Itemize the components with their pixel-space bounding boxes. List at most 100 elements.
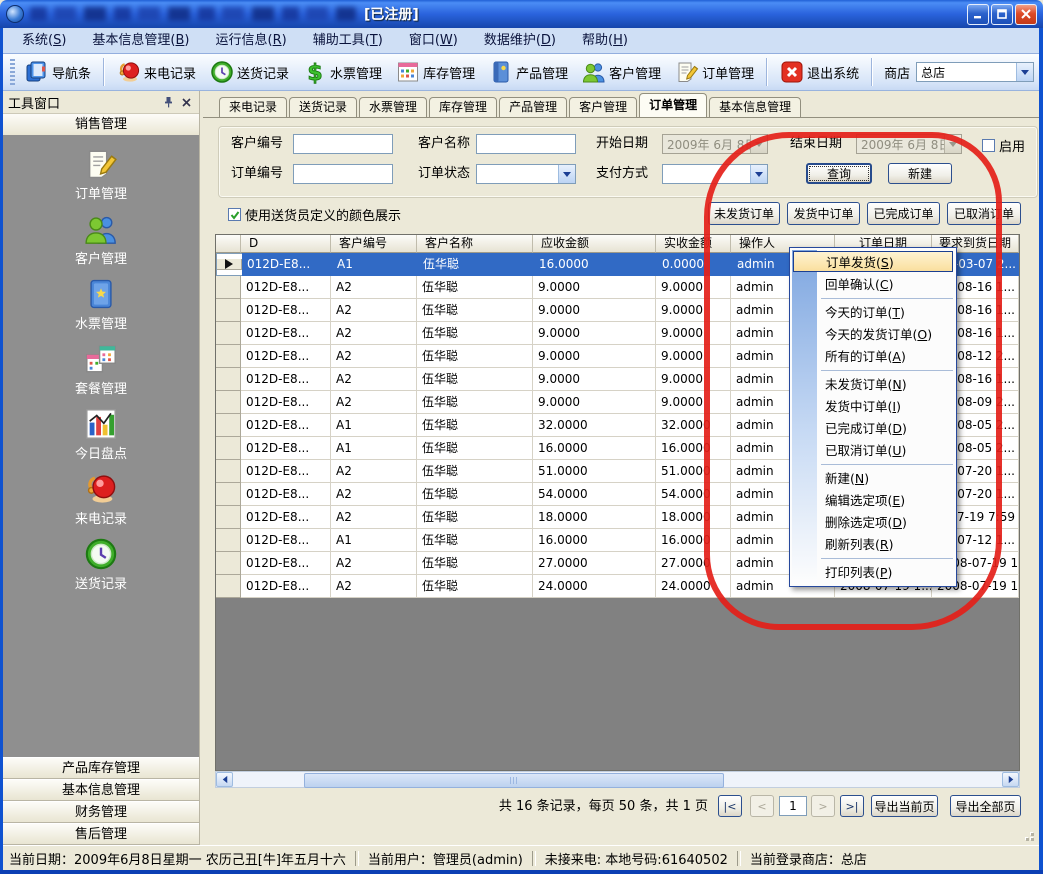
- next-page-button[interactable]: >: [811, 795, 835, 817]
- row-selector-cell[interactable]: [216, 345, 241, 368]
- status-filter-button[interactable]: 已取消订单: [947, 202, 1021, 225]
- scroll-left-icon[interactable]: [216, 772, 233, 787]
- order-status-select[interactable]: [476, 164, 576, 184]
- tab-库存管理[interactable]: 库存管理: [429, 97, 497, 117]
- scroll-right-icon[interactable]: [1002, 772, 1019, 787]
- toolbar-button-product[interactable]: 产品管理: [482, 56, 575, 88]
- sidebar-item-call-record[interactable]: 来电记录: [3, 472, 199, 524]
- section-header-sales[interactable]: 销售管理: [3, 114, 199, 137]
- sidebar-item-package[interactable]: 套餐管理: [3, 342, 199, 394]
- menu-item[interactable]: 系统(S): [9, 28, 79, 53]
- row-selector-cell[interactable]: [216, 506, 241, 529]
- shop-select[interactable]: 总店: [916, 62, 1034, 82]
- context-menu-item[interactable]: 已取消订单(U): [790, 440, 956, 462]
- row-selector-cell[interactable]: [216, 368, 241, 391]
- row-selector-cell[interactable]: [216, 391, 241, 414]
- section-header[interactable]: 产品库存管理: [3, 757, 199, 779]
- toolbar-button-exit[interactable]: 退出系统: [773, 56, 866, 88]
- start-date-picker[interactable]: 2009年 6月 8日: [662, 134, 768, 154]
- header-cell[interactable]: 应收金额: [533, 235, 656, 253]
- horizontal-scrollbar[interactable]: [215, 771, 1020, 788]
- header-cell[interactable]: 客户名称: [417, 235, 533, 253]
- prev-page-button[interactable]: <: [750, 795, 774, 817]
- delivery-color-checkbox[interactable]: 使用送货员定义的颜色展示: [228, 205, 401, 224]
- tab-送货记录[interactable]: 送货记录: [289, 97, 357, 117]
- context-menu-item[interactable]: 今天的发货订单(O): [790, 324, 956, 346]
- context-menu-item[interactable]: 刷新列表(R): [790, 534, 956, 556]
- context-menu-item[interactable]: 所有的订单(A): [790, 346, 956, 368]
- sidebar-item-chart[interactable]: 今日盘点: [3, 407, 199, 459]
- tab-产品管理[interactable]: 产品管理: [499, 97, 567, 117]
- payment-method-select[interactable]: [662, 164, 768, 184]
- tab-水票管理[interactable]: 水票管理: [359, 97, 427, 117]
- toolbar-button-call-record[interactable]: 来电记录: [110, 56, 203, 88]
- row-selector-cell[interactable]: [216, 299, 241, 322]
- toolbar-button-navigator[interactable]: 导航条: [18, 56, 98, 88]
- first-page-button[interactable]: |<: [718, 795, 742, 817]
- maximize-button[interactable]: [991, 4, 1013, 25]
- tab-订单管理[interactable]: 订单管理: [639, 93, 707, 117]
- scrollbar-thumb[interactable]: [304, 773, 724, 788]
- customer-name-input[interactable]: [476, 134, 576, 154]
- toolbar-button-inventory[interactable]: 库存管理: [389, 56, 482, 88]
- section-header[interactable]: 基本信息管理: [3, 779, 199, 801]
- menu-item[interactable]: 帮助(H): [569, 28, 641, 53]
- context-menu-item[interactable]: 回单确认(C): [790, 274, 956, 296]
- row-selector-cell[interactable]: [216, 322, 241, 345]
- context-menu-item[interactable]: 今天的订单(T): [790, 302, 956, 324]
- row-selector-cell[interactable]: [216, 483, 241, 506]
- end-date-picker[interactable]: 2009年 6月 8日: [856, 134, 962, 154]
- row-selector-cell[interactable]: [216, 529, 241, 552]
- export-current-page-button[interactable]: 导出当前页: [871, 795, 938, 817]
- pin-icon[interactable]: [161, 95, 176, 110]
- header-cell[interactable]: 实收金额: [656, 235, 731, 253]
- context-menu-item[interactable]: 发货中订单(I): [790, 396, 956, 418]
- context-menu-item[interactable]: 打印列表(P): [790, 562, 956, 584]
- row-selector-cell[interactable]: [217, 259, 242, 270]
- header-cell[interactable]: 客户编号: [331, 235, 417, 253]
- close-button[interactable]: [1015, 4, 1037, 25]
- tab-来电记录[interactable]: 来电记录: [219, 97, 287, 117]
- menu-item[interactable]: 窗口(W): [396, 28, 471, 53]
- section-header[interactable]: 售后管理: [3, 823, 199, 845]
- context-menu-item[interactable]: 未发货订单(N): [790, 374, 956, 396]
- enable-checkbox[interactable]: 启用: [982, 136, 1025, 155]
- query-button[interactable]: 查询: [806, 163, 872, 184]
- chevron-down-icon[interactable]: [558, 165, 575, 183]
- tab-客户管理[interactable]: 客户管理: [569, 97, 637, 117]
- minimize-button[interactable]: [967, 4, 989, 25]
- sidebar-item-customer[interactable]: 客户管理: [3, 212, 199, 264]
- resize-grip[interactable]: [1022, 829, 1034, 841]
- order-no-input[interactable]: [293, 164, 393, 184]
- row-selector-cell[interactable]: [216, 276, 241, 299]
- context-menu-item[interactable]: 订单发货(S): [793, 251, 953, 272]
- section-header[interactable]: 财务管理: [3, 801, 199, 823]
- toolbar-button-order[interactable]: 订单管理: [668, 56, 761, 88]
- tool-window-close-icon[interactable]: [179, 95, 194, 110]
- row-selector-cell[interactable]: [216, 552, 241, 575]
- header-cell[interactable]: D: [241, 235, 331, 253]
- context-menu-item[interactable]: 新建(N): [790, 468, 956, 490]
- row-selector-cell[interactable]: [216, 437, 241, 460]
- chevron-down-icon[interactable]: [944, 135, 961, 153]
- sidebar-item-water-card[interactable]: 水票管理: [3, 277, 199, 329]
- context-menu-item[interactable]: 编辑选定项(E): [790, 490, 956, 512]
- context-menu-item[interactable]: 已完成订单(D): [790, 418, 956, 440]
- chevron-down-icon[interactable]: [750, 135, 767, 153]
- sidebar-item-delivery-record[interactable]: 送货记录: [3, 537, 199, 589]
- menu-item[interactable]: 基本信息管理(B): [79, 28, 202, 53]
- export-all-pages-button[interactable]: 导出全部页: [950, 795, 1021, 817]
- row-selector-cell[interactable]: [216, 575, 241, 598]
- last-page-button[interactable]: >|: [840, 795, 864, 817]
- chevron-down-icon[interactable]: [1016, 63, 1033, 81]
- toolbar-button-water-ticket[interactable]: $水票管理: [296, 56, 389, 88]
- sidebar-item-order[interactable]: 订单管理: [3, 147, 199, 199]
- chevron-down-icon[interactable]: [750, 165, 767, 183]
- menu-item[interactable]: 数据维护(D): [471, 28, 569, 53]
- toolbar-grip[interactable]: [10, 59, 15, 85]
- menu-item[interactable]: 运行信息(R): [203, 28, 300, 53]
- status-filter-button[interactable]: 已完成订单: [867, 202, 940, 225]
- context-menu-item[interactable]: 删除选定项(D): [790, 512, 956, 534]
- page-number-input[interactable]: 1: [779, 796, 807, 816]
- row-selector-cell[interactable]: [216, 460, 241, 483]
